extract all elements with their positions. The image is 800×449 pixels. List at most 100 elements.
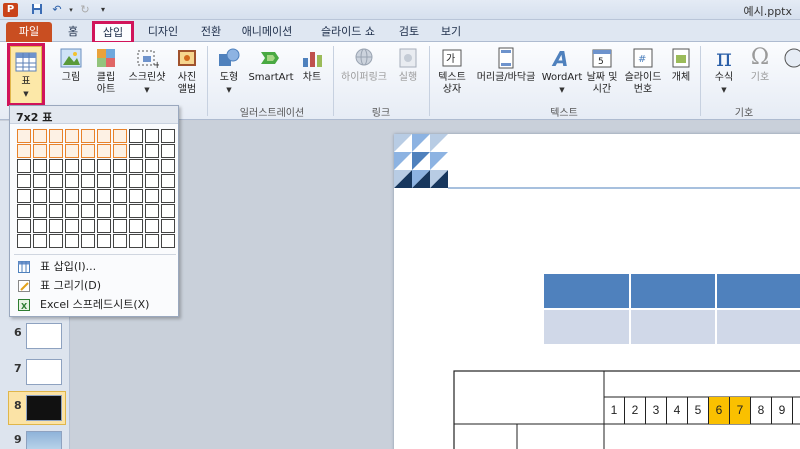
table-grid-cell[interactable] (161, 129, 175, 143)
table-grid-cell[interactable] (81, 129, 95, 143)
table-grid-cell[interactable] (145, 159, 159, 173)
shapes-button[interactable]: 도형 ▼ (214, 46, 244, 96)
table-grid-cell[interactable] (17, 219, 31, 233)
table-grid-cell[interactable] (17, 234, 31, 248)
tab-animations[interactable]: 애니메이션 (232, 22, 302, 42)
slide-thumbnail[interactable] (26, 359, 62, 385)
table-grid-cell[interactable] (33, 219, 47, 233)
table-grid-cell[interactable] (113, 174, 127, 188)
table-grid-cell[interactable] (65, 219, 79, 233)
save-icon[interactable] (30, 3, 44, 17)
table-grid-cell[interactable] (33, 204, 47, 218)
table-grid-cell[interactable] (113, 219, 127, 233)
wordart-button[interactable]: A WordArt ▼ (540, 46, 584, 96)
table-grid-cell[interactable] (49, 219, 63, 233)
tab-design[interactable]: 디자인 (140, 22, 186, 42)
table-grid-cell[interactable] (129, 234, 143, 248)
undo-icon[interactable]: ↶ (50, 3, 64, 17)
equation-button[interactable]: π 수식 ▼ (708, 46, 740, 96)
tab-slideshow[interactable]: 슬라이드 쇼 (312, 22, 384, 42)
table-grid-cell[interactable] (49, 159, 63, 173)
excel-spreadsheet-menu-item[interactable]: X Excel 스프레드시트(X) (14, 296, 176, 314)
date-time-button[interactable]: 5 날짜 및 시간 (584, 46, 620, 96)
insert-table-menu-item[interactable]: 표 삽입(I)... (14, 258, 176, 276)
table-grid-cell[interactable] (161, 174, 175, 188)
tab-file[interactable]: 파일 (6, 22, 52, 42)
table-grid-cell[interactable] (113, 234, 127, 248)
slide-number-button[interactable]: # 슬라이드 번호 (622, 46, 664, 96)
table-grid-cell[interactable] (97, 159, 111, 173)
table-grid-cell[interactable] (161, 189, 175, 203)
table-grid-cell[interactable] (33, 234, 47, 248)
table-grid-cell[interactable] (113, 204, 127, 218)
symbol-button[interactable]: Ω 기호 (744, 46, 776, 84)
table-grid-cell[interactable] (49, 189, 63, 203)
table-grid-cell[interactable] (81, 219, 95, 233)
table-grid-cell[interactable] (49, 204, 63, 218)
tab-review[interactable]: 검토 (392, 22, 426, 42)
tab-view[interactable]: 보기 (434, 22, 468, 42)
table-grid-cell[interactable] (145, 174, 159, 188)
table-grid-cell[interactable] (49, 129, 63, 143)
current-slide[interactable]: 123456789 (394, 134, 800, 449)
table-grid-cell[interactable] (97, 204, 111, 218)
table-grid-cell[interactable] (145, 129, 159, 143)
table-grid-cell[interactable] (81, 174, 95, 188)
table-grid-cell[interactable] (17, 129, 31, 143)
table-grid-cell[interactable] (97, 174, 111, 188)
photoalbum-button[interactable]: 사진 앨범 (172, 46, 202, 96)
screenshot-button[interactable]: + 스크린샷 ▼ (124, 46, 170, 96)
table-grid-cell[interactable] (49, 234, 63, 248)
table-grid-cell[interactable] (161, 144, 175, 158)
media-button-partial[interactable] (782, 46, 800, 72)
textbox-button[interactable]: 가 텍스트 상자 (434, 46, 470, 96)
table-grid-cell[interactable] (81, 234, 95, 248)
table-grid-cell[interactable] (129, 174, 143, 188)
table-grid-cell[interactable] (113, 144, 127, 158)
table-grid-cell[interactable] (97, 129, 111, 143)
table-grid-cell[interactable] (97, 144, 111, 158)
table-grid-cell[interactable] (49, 174, 63, 188)
table-grid-cell[interactable] (113, 189, 127, 203)
table-grid-cell[interactable] (33, 129, 47, 143)
table-grid-cell[interactable] (33, 189, 47, 203)
tab-home[interactable]: 홈 (58, 22, 88, 42)
clipart-button[interactable]: 클립 아트 (90, 46, 122, 96)
table-grid-cell[interactable] (145, 219, 159, 233)
slide-thumbnail[interactable] (26, 323, 62, 349)
table-grid-cell[interactable] (145, 234, 159, 248)
table-grid-cell[interactable] (81, 204, 95, 218)
table-grid-cell[interactable] (81, 144, 95, 158)
table-grid-cell[interactable] (145, 189, 159, 203)
table-grid-cell[interactable] (17, 144, 31, 158)
table-grid-cell[interactable] (65, 159, 79, 173)
table-grid-cell[interactable] (17, 159, 31, 173)
table-grid-cell[interactable] (97, 219, 111, 233)
slide-thumbnail[interactable] (26, 431, 62, 449)
draw-table-menu-item[interactable]: 표 그리기(D) (14, 277, 176, 295)
table-grid-cell[interactable] (65, 234, 79, 248)
table-grid-cell[interactable] (17, 204, 31, 218)
table-grid-cell[interactable] (161, 159, 175, 173)
table-grid-cell[interactable] (97, 189, 111, 203)
table-grid-cell[interactable] (129, 144, 143, 158)
table-grid-cell[interactable] (65, 174, 79, 188)
table-grid-cell[interactable] (129, 159, 143, 173)
action-button[interactable]: 실행 (394, 46, 422, 84)
table-grid-cell[interactable] (129, 204, 143, 218)
header-footer-button[interactable]: 머리글/바닥글 (472, 46, 540, 84)
table-grid-cell[interactable] (33, 174, 47, 188)
table-grid-cell[interactable] (33, 144, 47, 158)
undo-dropdown-icon[interactable]: ▾ (64, 3, 78, 17)
tab-transitions[interactable]: 전환 (194, 22, 228, 42)
table-grid-cell[interactable] (129, 189, 143, 203)
redo-icon[interactable]: ↻ (78, 3, 92, 17)
table-grid-cell[interactable] (65, 204, 79, 218)
table-grid-cell[interactable] (145, 204, 159, 218)
table-grid-cell[interactable] (81, 159, 95, 173)
table-grid-cell[interactable] (161, 204, 175, 218)
picture-button[interactable]: 그림 (56, 46, 86, 84)
table-grid-cell[interactable] (97, 234, 111, 248)
hyperlink-button[interactable]: 하이퍼링크 (338, 46, 390, 84)
customize-toolbar-icon[interactable]: ▾ (96, 3, 110, 17)
